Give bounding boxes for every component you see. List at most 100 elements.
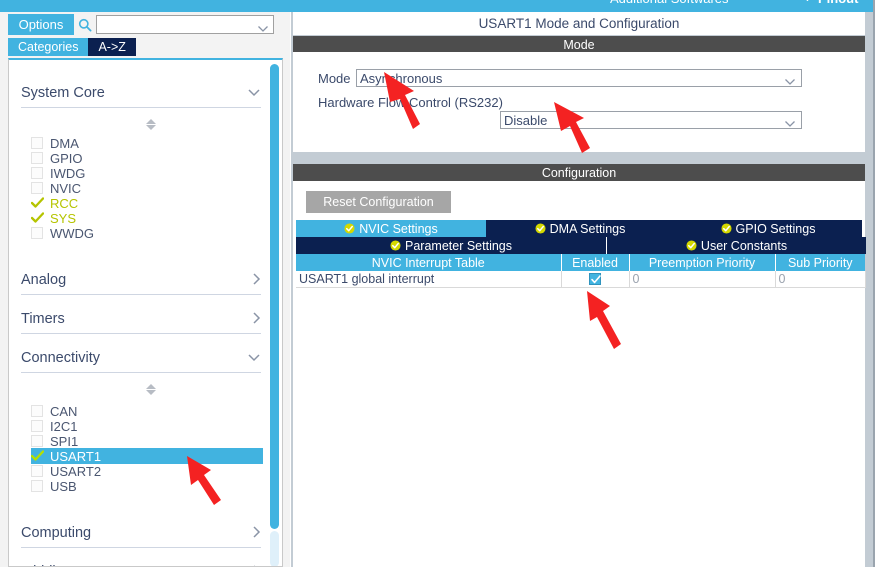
tab-label: NVIC Settings (359, 221, 438, 236)
field-mode: Mode (318, 71, 351, 86)
tree-group-system-core[interactable]: System Core (21, 78, 261, 108)
checkmark-icon[interactable] (31, 212, 44, 224)
panel-title-bar: USART1 Mode and Configuration (293, 12, 865, 35)
cell-enabled[interactable] (561, 271, 630, 288)
tree-item-rcc[interactable]: RCC (31, 195, 263, 211)
table-header-row: NVIC Interrupt Table Enabled Preemption … (296, 254, 865, 271)
col-header-interrupt-table[interactable]: NVIC Interrupt Table (296, 254, 562, 271)
table-row[interactable]: USART1 global interrupt 0 0 (296, 271, 866, 288)
tree-group-analog[interactable]: Analog (21, 265, 261, 295)
tree-item-iwdg[interactable]: IWDG (31, 165, 263, 181)
tree-scrollbar-lower[interactable] (270, 531, 279, 566)
tree-item-i2c1[interactable]: I2C1 (31, 418, 263, 434)
col-header-preemption-priority[interactable]: Preemption Priority (629, 254, 776, 271)
col-header-sub-priority[interactable]: Sub Priority (775, 254, 865, 271)
tree-group-middleware[interactable]: Middleware (21, 557, 261, 567)
tree-group-computing[interactable]: Computing (21, 518, 261, 548)
tree-item-label: WWDG (50, 225, 95, 241)
options-toolbar: Options (0, 12, 290, 37)
ribbon-separator: › (806, 0, 810, 7)
checkbox-unchecked-icon[interactable] (31, 152, 43, 164)
tree-item-sys[interactable]: SYS (31, 210, 263, 226)
tree-item-usart1[interactable]: USART1 (31, 448, 263, 464)
component-tree-panel: Options Categories A->Z System Core DMA … (0, 12, 290, 567)
tab-parameter-settings[interactable]: Parameter Settings (296, 237, 606, 254)
chevron-right-icon (252, 311, 261, 327)
tree-scrollbar-thumb[interactable] (270, 64, 279, 529)
tree-item-wwdg[interactable]: WWDG (31, 225, 263, 241)
chevron-right-icon (252, 525, 261, 541)
configuration-section-body: Reset Configuration NVIC Settings DMA Se… (293, 181, 866, 567)
tree-group-label: Computing (21, 524, 92, 541)
tree-item-label: DMA (50, 135, 79, 151)
tree-item-label: USB (50, 478, 77, 494)
hardware-flow-control-value: Disable (504, 112, 548, 128)
tree-item-label: RCC (50, 195, 79, 211)
tab-a-to-z[interactable]: A->Z (88, 38, 136, 56)
tree-item-dma[interactable]: DMA (31, 135, 263, 151)
tree-group-timers[interactable]: Timers (21, 304, 261, 334)
tree-item-nvic[interactable]: NVIC (31, 180, 263, 196)
tab-label: GPIO Settings (735, 221, 816, 236)
field-hardware-flow-control: Hardware Flow Control (RS232) (318, 95, 503, 110)
tree-group-label: Connectivity (21, 349, 100, 366)
checkbox-unchecked-icon[interactable] (31, 465, 43, 477)
configuration-panel: USART1 Mode and Configuration Mode Mode … (291, 12, 875, 567)
tab-label: User Constants (700, 238, 788, 253)
panel-right-edge (866, 12, 875, 567)
tree-scrollbar[interactable] (270, 61, 281, 566)
reset-configuration-button[interactable]: Reset Configuration (306, 191, 451, 213)
checkmark-icon[interactable] (31, 450, 44, 462)
tab-user-constants[interactable]: User Constants (607, 237, 866, 254)
cell-interrupt-name: USART1 global interrupt (296, 271, 562, 288)
search-combo[interactable] (96, 15, 274, 34)
checkbox-unchecked-icon[interactable] (31, 227, 43, 239)
tab-nvic-settings[interactable]: NVIC Settings (296, 220, 486, 237)
check-circle-icon (390, 240, 401, 251)
mode-dropdown-value: Asynchronous (360, 70, 443, 86)
ribbon-tab-additional-softwares[interactable]: Additional Softwares (610, 0, 729, 7)
options-button[interactable]: Options (8, 14, 74, 35)
chevron-right-icon (252, 564, 261, 566)
tab-dma-settings[interactable]: DMA Settings (486, 220, 674, 237)
checkbox-unchecked-icon[interactable] (31, 137, 43, 149)
tree-item-usb[interactable]: USB (31, 478, 263, 494)
tree-item-label: CAN (50, 403, 78, 419)
cell-preemption-priority[interactable]: 0 (629, 271, 776, 288)
checkbox-unchecked-icon[interactable] (31, 420, 43, 432)
cell-sub-priority[interactable]: 0 (775, 271, 866, 288)
enabled-checkbox[interactable] (589, 273, 601, 286)
checkbox-unchecked-icon[interactable] (31, 182, 43, 194)
tree-item-gpio[interactable]: GPIO (31, 150, 263, 166)
tree-item-usart2[interactable]: USART2 (31, 463, 263, 479)
connectivity-scroll-spinner[interactable] (144, 383, 158, 395)
checkmark-icon[interactable] (31, 197, 44, 209)
tree-item-spi1[interactable]: SPI1 (31, 433, 263, 449)
tree-item-label: SYS (50, 210, 77, 226)
page-title: USART1 Mode and Configuration (478, 16, 680, 31)
mode-dropdown[interactable]: Asynchronous (356, 69, 802, 87)
tree-item-can[interactable]: CAN (31, 403, 263, 419)
chevron-down-icon (784, 73, 796, 91)
checkbox-unchecked-icon[interactable] (31, 405, 43, 417)
mode-section-body: Mode Asynchronous Hardware Flow Control … (293, 52, 865, 152)
search-input[interactable] (97, 16, 255, 33)
tree-item-label: USART2 (50, 463, 102, 479)
tab-categories[interactable]: Categories (8, 38, 89, 56)
tree-group-label: Timers (21, 310, 65, 327)
tree-view-tabs: Categories A->Z (8, 38, 136, 56)
tree-group-label: Middleware (21, 564, 95, 567)
hardware-flow-control-dropdown[interactable]: Disable (500, 111, 802, 129)
tree-item-label: GPIO (50, 150, 83, 166)
ribbon-tab-pinout[interactable]: Pinout (818, 0, 858, 7)
check-circle-icon (686, 240, 697, 251)
checkbox-unchecked-icon[interactable] (31, 435, 43, 447)
system-core-scroll-spinner[interactable] (144, 118, 158, 130)
tab-gpio-settings[interactable]: GPIO Settings (674, 220, 862, 237)
checkbox-unchecked-icon[interactable] (31, 480, 43, 492)
tree-group-connectivity[interactable]: Connectivity (21, 343, 261, 373)
checkbox-unchecked-icon[interactable] (31, 167, 43, 179)
col-header-enabled[interactable]: Enabled (561, 254, 630, 271)
chevron-right-icon (252, 272, 261, 288)
check-circle-icon (721, 223, 732, 234)
